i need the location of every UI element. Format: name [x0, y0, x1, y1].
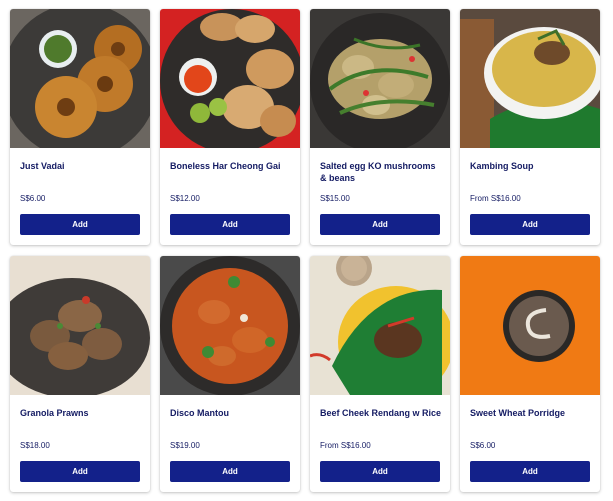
- item-title: Just Vadai: [20, 161, 65, 171]
- menu-item-card[interactable]: Granola Prawns S$18.00 Add: [10, 256, 150, 492]
- item-title: Beef Cheek Rendang w Rice: [320, 408, 442, 418]
- item-price: S$6.00: [20, 194, 46, 203]
- item-price: S$6.00: [470, 441, 496, 450]
- menu-item-card[interactable]: Salted egg KO mushrooms & beans S$15.00 …: [310, 9, 450, 245]
- item-title: Boneless Har Cheong Gai: [170, 161, 281, 171]
- vadai-photo[interactable]: [10, 9, 150, 148]
- item-price: From S$16.00: [320, 441, 371, 450]
- item-price: S$15.00: [320, 194, 350, 203]
- menu-item-card[interactable]: Beef Cheek Rendang w Rice From S$16.00 A…: [310, 256, 450, 492]
- fried-chicken-photo[interactable]: [160, 9, 300, 148]
- item-title: Kambing Soup: [470, 161, 534, 171]
- add-button[interactable]: Add: [170, 214, 290, 235]
- granola-prawns-photo[interactable]: [10, 256, 150, 395]
- add-button[interactable]: Add: [470, 214, 590, 235]
- item-price: S$18.00: [20, 441, 50, 450]
- menu-item-card[interactable]: Disco Mantou S$19.00 Add: [160, 256, 300, 492]
- add-button[interactable]: Add: [320, 214, 440, 235]
- item-title: Salted egg KO mushrooms & beans: [320, 161, 436, 183]
- add-button[interactable]: Add: [20, 214, 140, 235]
- kambing-soup-photo[interactable]: [460, 9, 600, 148]
- salted-egg-mushrooms-photo[interactable]: [310, 9, 450, 148]
- add-button[interactable]: Add: [20, 461, 140, 482]
- menu-item-card[interactable]: Just Vadai S$6.00 Add: [10, 9, 150, 245]
- item-price: From S$16.00: [470, 194, 521, 203]
- menu-item-card[interactable]: Kambing Soup From S$16.00 Add: [460, 9, 600, 245]
- item-title: Sweet Wheat Porridge: [470, 408, 566, 418]
- add-button[interactable]: Add: [470, 461, 590, 482]
- add-button[interactable]: Add: [170, 461, 290, 482]
- menu-item-card[interactable]: Sweet Wheat Porridge S$6.00 Add: [460, 256, 600, 492]
- disco-mantou-photo[interactable]: [160, 256, 300, 395]
- add-button[interactable]: Add: [320, 461, 440, 482]
- item-title: Disco Mantou: [170, 408, 230, 418]
- menu-item-card[interactable]: Boneless Har Cheong Gai S$12.00 Add: [160, 9, 300, 245]
- item-price: S$19.00: [170, 441, 200, 450]
- item-title: Granola Prawns: [20, 408, 89, 418]
- item-price: S$12.00: [170, 194, 200, 203]
- beef-rendang-photo[interactable]: [310, 256, 450, 395]
- wheat-porridge-photo[interactable]: [460, 256, 600, 395]
